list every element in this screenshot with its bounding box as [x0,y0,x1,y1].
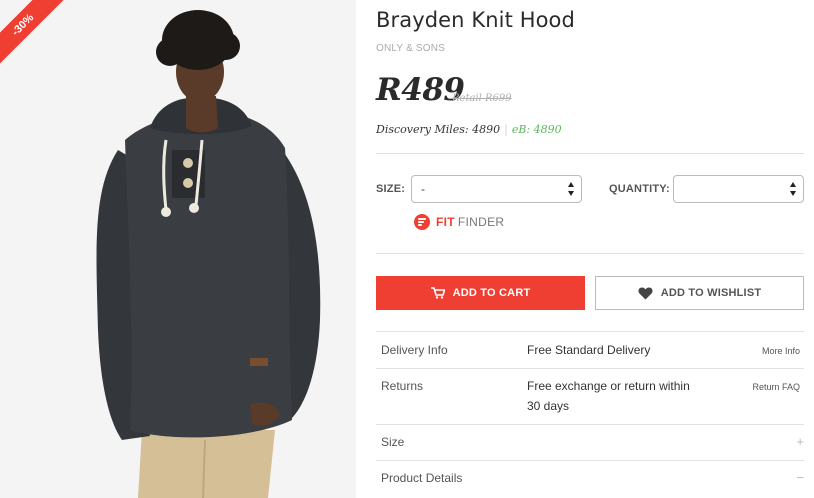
divider [376,331,804,332]
fit-finder-label-fit: FIT [436,215,455,229]
select-arrows-icon [568,182,575,196]
add-to-wishlist-label: ADD TO WISHLIST [660,287,762,299]
add-to-cart-label: ADD TO CART [452,287,531,299]
divider [376,153,804,154]
size-select-value: - [421,182,425,196]
expand-icon[interactable]: + [796,434,804,449]
delivery-info-value: Free Standard Delivery [527,343,651,357]
returns-label: Returns [381,379,424,393]
fit-finder-link[interactable]: FIT FINDER [414,213,504,231]
divider [376,368,804,369]
add-to-wishlist-button[interactable]: ADD TO WISHLIST [595,276,804,310]
divider [376,424,804,425]
quantity-select[interactable] [673,175,804,203]
add-to-cart-button[interactable]: ADD TO CART [376,276,585,310]
divider [376,460,804,461]
returns-value-line2: 30 days [527,399,570,413]
brand-name[interactable]: ONLY & SONS [376,43,445,54]
returns-value-line1: Free exchange or return within [527,379,690,393]
divider: | [504,123,508,136]
cart-icon [430,287,445,299]
size-label: SIZE: [376,183,406,195]
discount-badge-wrap: -30% [0,0,70,70]
product-photo[interactable] [0,0,356,498]
retail-price: Retail R699 [452,93,512,104]
delivery-info-label: Delivery Info [381,343,448,357]
divider [376,253,804,254]
rewards-line: Discovery Miles: 4890 | eB: 4890 [376,123,562,136]
size-select[interactable]: - [411,175,582,203]
collapse-icon[interactable]: − [796,470,804,485]
select-arrows-icon [790,182,797,196]
quantity-label: QUANTITY: [609,183,670,195]
return-faq-link[interactable]: Return FAQ [752,382,800,392]
ebucks: eB: 4890 [511,123,562,136]
product-title: Brayden Knit Hood [376,8,575,32]
size-accordion-label[interactable]: Size [381,435,404,449]
returns-value: Free exchange or return within 30 days [527,376,707,416]
product-image-panel: -30% [0,0,356,498]
fit-finder-icon [414,214,430,230]
more-info-link[interactable]: More Info [762,346,800,356]
discount-badge: -30% [0,0,70,70]
heart-icon [638,286,653,299]
product-details-accordion-label[interactable]: Product Details [381,471,462,485]
fit-finder-label-finder: FINDER [457,215,505,229]
discovery-miles: Discovery Miles: 4890 [376,123,501,136]
